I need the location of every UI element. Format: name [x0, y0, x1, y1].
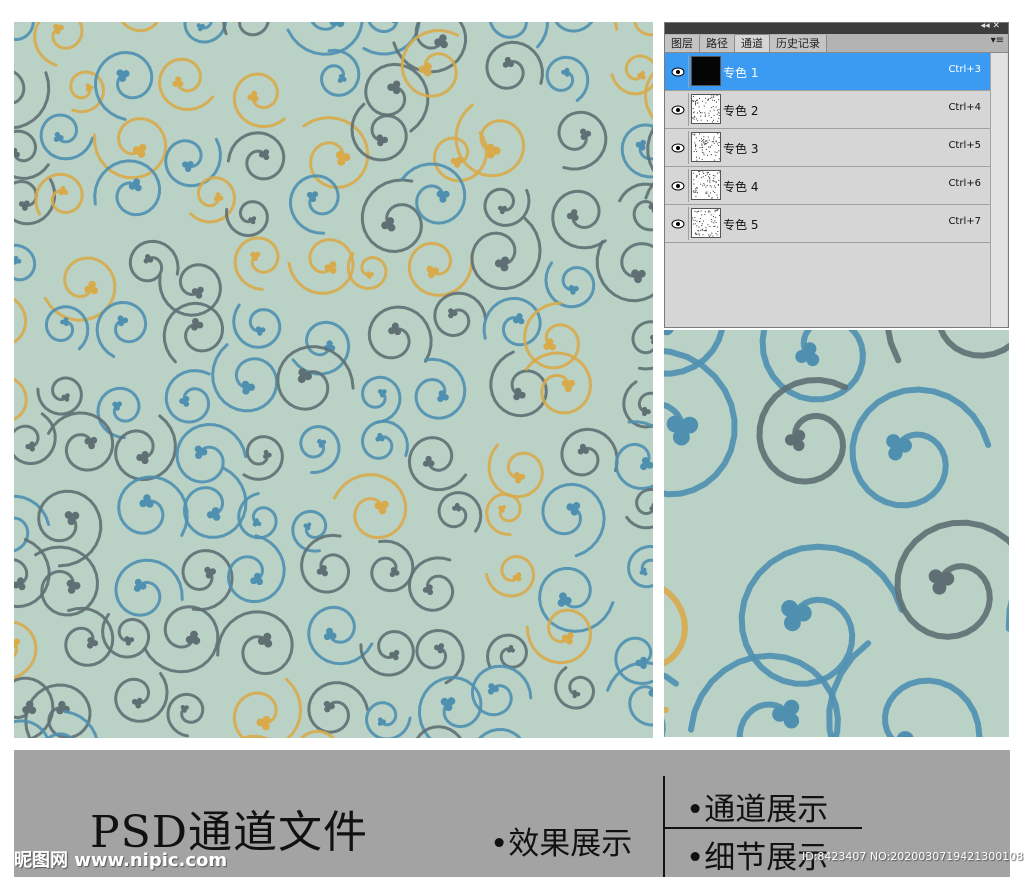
- swirl-pattern-image: [14, 22, 653, 738]
- channel-name: 专色 2: [723, 104, 759, 118]
- channel-thumbnail: [691, 132, 721, 162]
- channel-row-spot3[interactable]: 专色 3 Ctrl+5: [665, 129, 991, 167]
- panel-menu-icon[interactable]: ▾≡: [991, 35, 1004, 46]
- channel-shortcut: Ctrl+6: [948, 178, 981, 189]
- channel-thumbnail: [691, 56, 721, 86]
- channel-shortcut: Ctrl+4: [948, 102, 981, 113]
- visibility-eye-icon[interactable]: [667, 207, 689, 240]
- pattern-preview-main: [14, 22, 653, 738]
- channel-name: 专色 1: [723, 66, 759, 80]
- channel-row-spot1[interactable]: 专色 1 Ctrl+3: [665, 53, 991, 91]
- tab-layers[interactable]: 图层: [665, 35, 700, 52]
- channel-thumbnail: [691, 208, 721, 238]
- panel-scrollbar[interactable]: [990, 53, 1007, 327]
- channel-row-spot2[interactable]: 专色 2 Ctrl+4: [665, 91, 991, 129]
- swirl-detail-image: [664, 330, 1009, 737]
- channel-list: 专色 1 Ctrl+3 专色 2 Ctrl+4 专色 3 Ctrl+5 专色 4: [665, 53, 991, 243]
- watermark-id: ID:8423407 NO:20200307194213001086: [802, 850, 1024, 863]
- pattern-detail-zoom: [664, 330, 1009, 737]
- label-channel-display: •通道展示: [686, 792, 829, 828]
- channels-panel: ◂◂ ✕ 图层 路径 通道 历史记录 ▾≡ 专色 1 Ctrl+3 专色 2 C…: [664, 21, 1009, 328]
- channel-shortcut: Ctrl+5: [948, 140, 981, 151]
- channel-name: 专色 4: [723, 180, 759, 194]
- tab-paths[interactable]: 路径: [700, 35, 735, 52]
- channel-row-spot5[interactable]: 专色 5 Ctrl+7: [665, 205, 991, 243]
- visibility-eye-icon[interactable]: [667, 169, 689, 202]
- channel-thumbnail: [691, 170, 721, 200]
- visibility-eye-icon[interactable]: [667, 131, 689, 164]
- channel-name: 专色 5: [723, 218, 759, 232]
- visibility-eye-icon[interactable]: [667, 93, 689, 126]
- channel-shortcut: Ctrl+7: [948, 216, 981, 227]
- tab-history[interactable]: 历史记录: [770, 35, 827, 52]
- tab-channels[interactable]: 通道: [735, 34, 770, 52]
- watermark-logo: 昵图网 www.nipic.com: [14, 850, 228, 871]
- panel-tabbar: 图层 路径 通道 历史记录 ▾≡: [665, 34, 1008, 53]
- channel-thumbnail: [691, 94, 721, 124]
- double-chevron-icon[interactable]: ◂◂ ✕: [981, 21, 1000, 31]
- channel-row-spot4[interactable]: 专色 4 Ctrl+6: [665, 167, 991, 205]
- bottom-banner: PSD通道文件 •效果展示 •通道展示 •细节展示 昵图网 www.nipic.…: [14, 750, 1024, 877]
- visibility-eye-icon[interactable]: [667, 55, 689, 88]
- label-effect-display: •效果展示: [490, 826, 633, 862]
- panel-titlebar: ◂◂ ✕: [665, 21, 1008, 34]
- channel-name: 专色 3: [723, 142, 759, 156]
- channel-shortcut: Ctrl+3: [948, 64, 981, 75]
